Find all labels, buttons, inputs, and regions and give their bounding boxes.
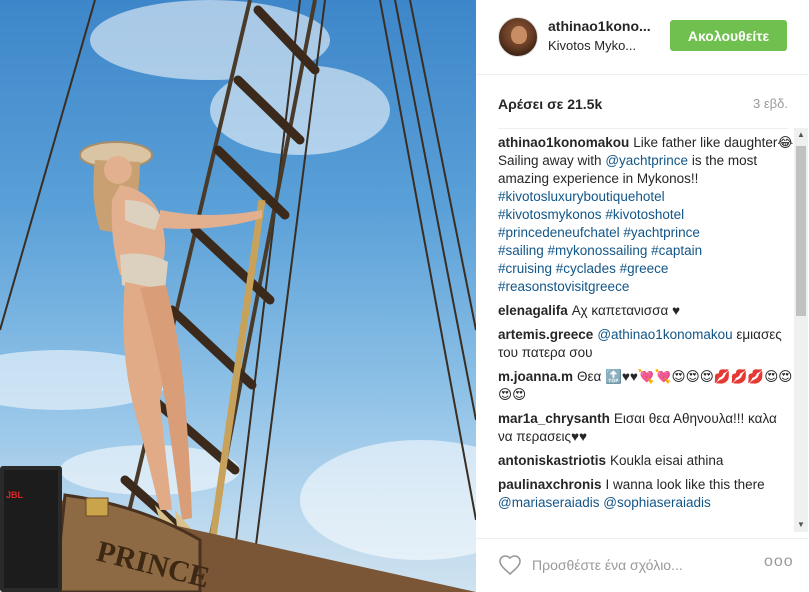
hashtag[interactable]: #yachtprince <box>623 225 700 240</box>
heart-icon[interactable] <box>498 553 522 577</box>
comment-text: I wanna look like this there <box>605 477 765 492</box>
hashtag[interactable]: #mykonossailing <box>548 243 648 258</box>
comment-item: paulinaxchronis I wanna look like this th… <box>498 476 794 512</box>
comment-username[interactable]: artemis.greece <box>498 327 593 342</box>
more-options-icon[interactable]: ooo <box>764 553 794 571</box>
post-location[interactable]: Kivotos Myko... <box>548 38 660 53</box>
comment-username[interactable]: antoniskastriotis <box>498 453 606 468</box>
comments-list: athinao1konomakou Like father like daught… <box>498 134 794 534</box>
comment-username[interactable]: elenagalifa <box>498 303 568 318</box>
hashtag[interactable]: #kivotoshotel <box>605 207 684 222</box>
following-button[interactable]: Ακολουθείτε <box>670 20 787 51</box>
comment-mention[interactable]: @athinao1konomakou <box>597 327 732 342</box>
caption-username[interactable]: athinao1konomakou <box>498 135 629 150</box>
svg-text:JBL: JBL <box>6 490 24 500</box>
caption: athinao1konomakou Like father like daught… <box>498 134 794 296</box>
post-time[interactable]: 3 εβδ. <box>753 96 788 111</box>
post-details-panel: athinao1kono... Kivotos Myko... Ακολουθε… <box>476 0 809 592</box>
post-header: athinao1kono... Kivotos Myko... Ακολουθε… <box>476 0 809 75</box>
hashtag[interactable]: #cyclades <box>556 261 616 276</box>
hashtag[interactable]: #cruising <box>498 261 552 276</box>
likes-count[interactable]: Αρέσει σε 21.5k <box>498 96 602 112</box>
likes-row: Αρέσει σε 21.5k 3 εβδ. <box>498 96 788 114</box>
hashtag[interactable]: #kivotosmykonos <box>498 207 602 222</box>
hashtag[interactable]: #reasonstovisitgreece <box>498 279 629 294</box>
comment-item: antoniskastriotis Koukla eisai athina <box>498 452 794 470</box>
comment-item: elenagalifa Αχ καπετανισσα ♥ <box>498 302 794 320</box>
photo-scene: PRINCE JBL <box>0 0 476 592</box>
comment-text: Αχ καπετανισσα ♥ <box>571 303 681 318</box>
caption-text-2: Sailing away with <box>498 153 606 168</box>
scroll-up-arrow-icon[interactable]: ▲ <box>794 128 808 142</box>
comment-item: mar1a_chrysanth Εισαι θεα Αθηνουλα!!! καλ… <box>498 410 794 446</box>
hashtag[interactable]: #greece <box>620 261 669 276</box>
post-photo[interactable]: PRINCE JBL <box>0 0 476 592</box>
comments-scrollbar[interactable]: ▲ ▼ <box>794 128 808 532</box>
post-username[interactable]: athinao1kono... <box>548 18 660 34</box>
comment-item: artemis.greece @athinao1konomakou εμιασες… <box>498 326 794 362</box>
caption-mention[interactable]: @yachtprince <box>605 153 688 168</box>
scroll-down-arrow-icon[interactable]: ▼ <box>794 518 808 532</box>
add-comment-input[interactable] <box>532 554 752 576</box>
comment-mentions[interactable]: @mariaseraiadis @sophiaseraiadis <box>498 495 711 510</box>
comment-username[interactable]: paulinaxchronis <box>498 477 602 492</box>
avatar[interactable] <box>498 17 538 57</box>
hashtag[interactable]: #princedeneufchatel <box>498 225 620 240</box>
comment-item: m.joanna.m Θεα 🔝♥♥💘💘😍😍😍💋💋💋😍😍😍😍 <box>498 368 794 404</box>
scroll-thumb[interactable] <box>796 146 806 316</box>
comment-footer: ooo <box>476 538 809 592</box>
caption-text: Like father like daughter😂 <box>633 135 794 150</box>
hashtag[interactable]: #captain <box>651 243 702 258</box>
speaker: JBL <box>0 466 62 592</box>
comment-text: Koukla eisai athina <box>610 453 724 468</box>
hashtag[interactable]: #kivotosluxuryboutiquehotel <box>498 189 665 204</box>
hashtag[interactable]: #sailing <box>498 243 544 258</box>
comment-username[interactable]: m.joanna.m <box>498 369 573 384</box>
divider <box>498 128 788 129</box>
comment-username[interactable]: mar1a_chrysanth <box>498 411 610 426</box>
